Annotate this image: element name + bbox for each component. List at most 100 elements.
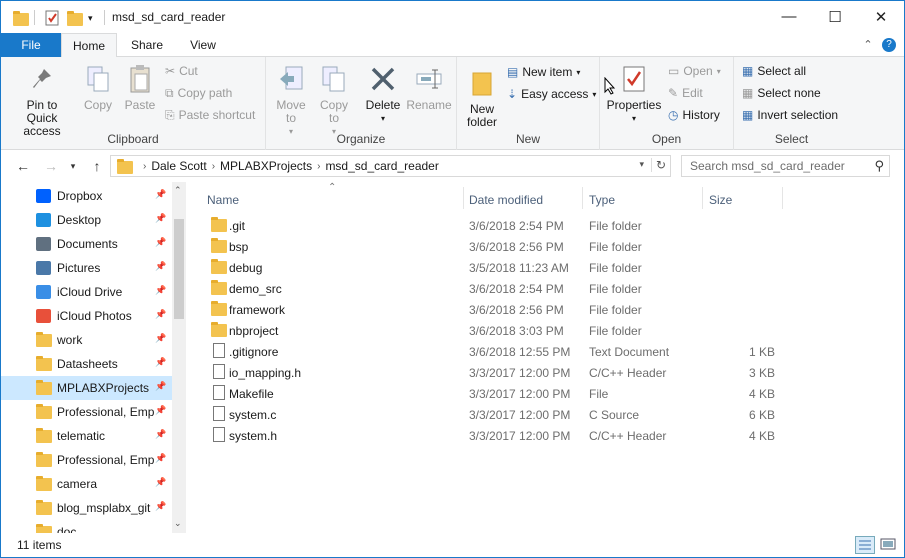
new-folder-icon[interactable] [67, 9, 83, 27]
pin-icon[interactable]: 📌 [155, 381, 166, 392]
file-row[interactable]: io_mapping.h 3/3/2017 12:00 PM C/C++ Heade… [205, 362, 904, 383]
tab-file[interactable]: File [1, 33, 61, 57]
file-name: nbproject [229, 324, 279, 338]
folder-icon [211, 259, 227, 275]
customize-qat-icon[interactable]: ▾ [88, 9, 93, 27]
nav-item[interactable]: MPLABXProjects 📌 [1, 376, 172, 400]
recent-locations-icon[interactable]: ▾ [63, 157, 83, 175]
nav-item[interactable]: work 📌 [1, 328, 172, 352]
new-folder-button[interactable]: New folder [463, 67, 501, 129]
pin-icon[interactable]: 📌 [155, 285, 166, 296]
file-row[interactable]: Makefile 3/3/2017 12:00 PM File 4 KB [205, 383, 904, 404]
tab-home[interactable]: Home [61, 33, 117, 58]
easy-access-button[interactable]: ⇣ Easy access ▾ [507, 84, 596, 104]
folder-icon [211, 322, 227, 338]
nav-item[interactable]: doc [1, 520, 172, 533]
scroll-down-icon[interactable]: ⌄ [174, 518, 182, 529]
nav-scrollbar-thumb[interactable] [174, 219, 184, 319]
tab-view[interactable]: View [177, 33, 229, 57]
select-all-button[interactable]: ▦ Select all [742, 61, 806, 81]
nav-item[interactable]: blog_msplabx_git 📌 [1, 496, 172, 520]
nav-item[interactable]: telematic 📌 [1, 424, 172, 448]
file-row[interactable]: .gitignore 3/6/2018 12:55 PM Text Document… [205, 341, 904, 362]
scroll-up-icon[interactable]: ⌃ [174, 185, 182, 196]
copy-button[interactable]: Copy [79, 63, 117, 112]
pin-icon[interactable]: 📌 [155, 357, 166, 368]
file-row[interactable]: nbproject 3/6/2018 3:03 PM File folder [205, 320, 904, 341]
pin-icon[interactable]: 📌 [155, 429, 166, 440]
edit-button[interactable]: ✎ Edit [668, 83, 703, 103]
file-row[interactable]: bsp 3/6/2018 2:56 PM File folder [205, 236, 904, 257]
large-icons-view-icon[interactable] [879, 536, 899, 554]
cut-button[interactable]: ✂ Cut [165, 61, 198, 81]
nav-item[interactable]: iCloud Photos 📌 [1, 304, 172, 328]
nav-item[interactable]: Professional, Empl 📌 [1, 400, 172, 424]
details-view-icon[interactable] [855, 536, 875, 554]
search-input[interactable]: Search msd_sd_card_reader ⚲ [681, 155, 890, 177]
up-arrow-icon[interactable]: ↑ [87, 157, 107, 175]
select-none-button[interactable]: ▦ Select none [742, 83, 821, 103]
column-header-date[interactable]: Date modified [469, 189, 543, 211]
properties-icon[interactable] [44, 9, 60, 27]
file-name: Makefile [229, 387, 274, 401]
move-to-icon [275, 63, 307, 95]
file-row[interactable]: system.c 3/3/2017 12:00 PM C Source 6 KB [205, 404, 904, 425]
pin-icon[interactable]: 📌 [155, 261, 166, 272]
column-header-name[interactable]: Name [207, 189, 239, 211]
paste-button[interactable]: Paste [121, 63, 159, 112]
minimize-button[interactable]: — [766, 1, 812, 32]
column-header-type[interactable]: Type [589, 189, 615, 211]
copy-to-button[interactable]: Copy to ▾ [315, 63, 353, 138]
file-size: 6 KB [748, 408, 775, 422]
file-date: 3/6/2018 2:56 PM [469, 303, 564, 317]
pin-icon[interactable]: 📌 [155, 501, 166, 512]
pin-icon[interactable]: 📌 [155, 453, 166, 464]
nav-item[interactable]: camera 📌 [1, 472, 172, 496]
pin-icon[interactable]: 📌 [155, 333, 166, 344]
maximize-button[interactable]: ☐ [812, 1, 858, 32]
paste-shortcut-button[interactable]: ⎘ Paste shortcut [165, 105, 255, 125]
breadcrumb-item[interactable]: Dale Scott [146, 159, 211, 173]
mouse-cursor-icon [604, 77, 616, 95]
move-to-button[interactable]: Move to ▾ [272, 63, 310, 138]
forward-arrow-icon[interactable]: → [41, 157, 61, 175]
column-header-size[interactable]: Size [709, 189, 732, 211]
refresh-icon[interactable]: ↻ [650, 158, 666, 172]
back-arrow-icon[interactable]: ← [13, 157, 33, 175]
nav-item[interactable]: iCloud Drive 📌 [1, 280, 172, 304]
file-row[interactable]: demo_src 3/6/2018 2:54 PM File folder [205, 278, 904, 299]
history-button[interactable]: ◷ History [668, 105, 720, 125]
folder-icon [36, 452, 52, 468]
pin-icon[interactable]: 📌 [155, 477, 166, 488]
nav-item[interactable]: Desktop 📌 [1, 208, 172, 232]
address-dropdown-icon[interactable]: ▾ [639, 159, 644, 170]
copy-path-button[interactable]: ⧉ Copy path [165, 83, 232, 103]
file-row[interactable]: framework 3/6/2018 2:56 PM File folder [205, 299, 904, 320]
rename-button[interactable]: Rename [406, 63, 452, 112]
new-item-button[interactable]: ▤ New item ▾ [507, 62, 580, 82]
pin-icon[interactable]: 📌 [155, 309, 166, 320]
close-button[interactable]: ✕ [858, 1, 904, 32]
pin-icon[interactable]: 📌 [155, 405, 166, 416]
nav-item[interactable]: Documents 📌 [1, 232, 172, 256]
delete-button[interactable]: Delete ▾ [363, 63, 403, 125]
open-button[interactable]: ▭ Open ▾ [668, 61, 721, 81]
pin-icon[interactable]: 📌 [155, 189, 166, 200]
breadcrumb-item[interactable]: msd_sd_card_reader [320, 159, 443, 173]
help-icon[interactable]: ? [882, 38, 896, 52]
file-row[interactable]: debug 3/5/2018 11:23 AM File folder [205, 257, 904, 278]
pin-icon[interactable]: 📌 [155, 213, 166, 224]
invert-selection-button[interactable]: ▦ Invert selection [742, 105, 838, 125]
tab-share[interactable]: Share [121, 33, 173, 57]
breadcrumb-item[interactable]: MPLABXProjects [215, 159, 317, 173]
pin-icon[interactable]: 📌 [155, 237, 166, 248]
file-row[interactable]: .git 3/6/2018 2:54 PM File folder [205, 215, 904, 236]
breadcrumb[interactable]: › Dale Scott › MPLABXProjects › msd_sd_c… [110, 155, 671, 177]
nav-item[interactable]: Dropbox 📌 [1, 184, 172, 208]
nav-item[interactable]: Professional, Empl 📌 [1, 448, 172, 472]
nav-item[interactable]: Pictures 📌 [1, 256, 172, 280]
file-row[interactable]: system.h 3/3/2017 12:00 PM C/C++ Header 4 K… [205, 425, 904, 446]
nav-item[interactable]: Datasheets 📌 [1, 352, 172, 376]
pin-quick-access-button[interactable]: Pin to Quick access [7, 63, 77, 138]
collapse-ribbon-icon[interactable]: ⌃ [861, 33, 875, 57]
